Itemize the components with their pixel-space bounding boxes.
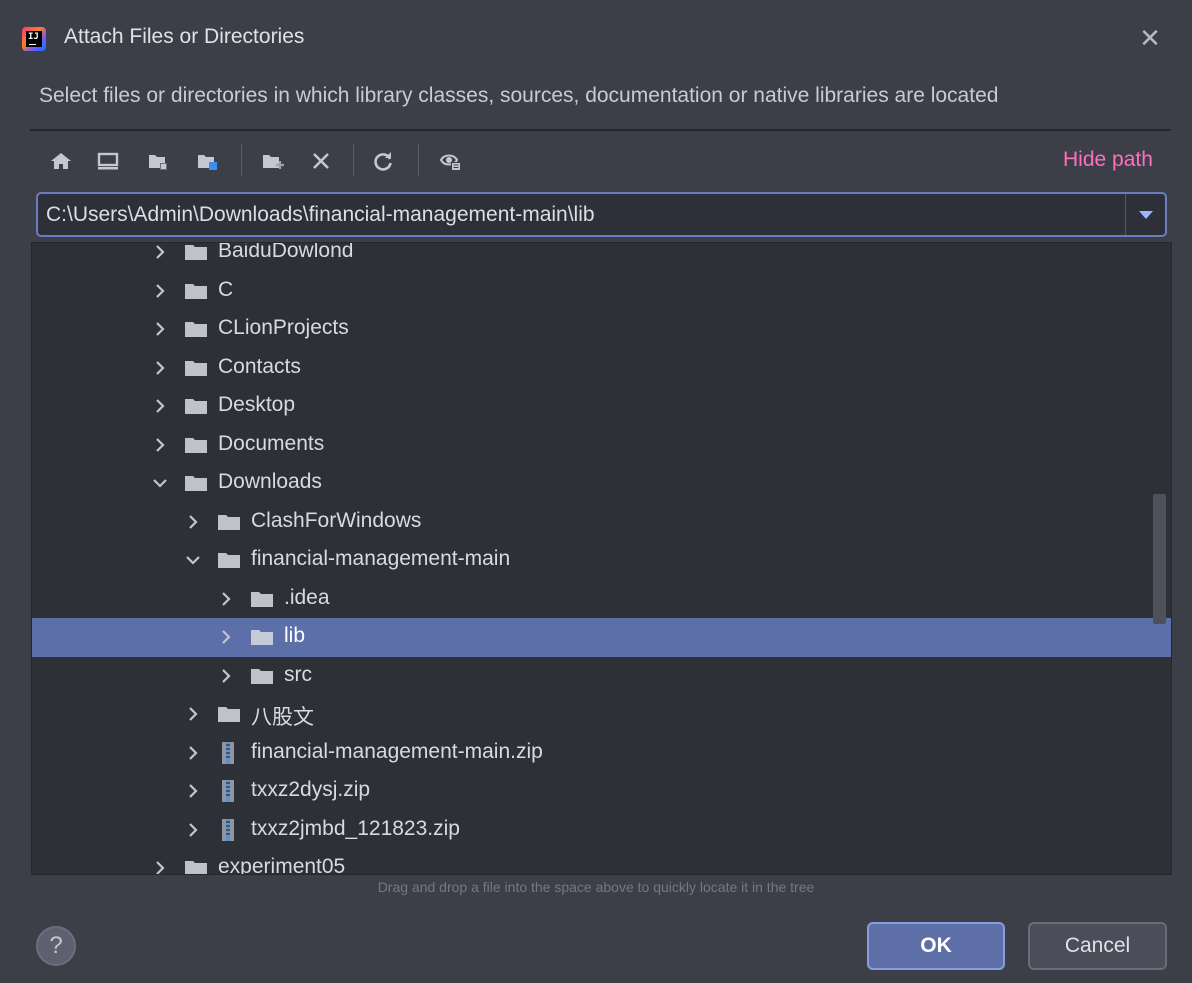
tree-row[interactable]: CLionProjects (32, 310, 1171, 349)
tree-item-label: src (284, 662, 312, 686)
folder-icon (184, 282, 208, 300)
folder-icon (184, 359, 208, 377)
tree-row[interactable]: Contacts (32, 349, 1171, 388)
tree-item-label: C (218, 277, 234, 301)
tree-row[interactable]: .idea (32, 580, 1171, 619)
new-folder-icon[interactable] (260, 148, 286, 174)
tree-item-label: financial-management-main.zip (251, 739, 543, 763)
intellij-idea-icon: IJ (22, 27, 46, 51)
tree-item-label: Contacts (218, 354, 301, 378)
tree-row[interactable]: financial-management-main.zip (32, 734, 1171, 773)
folder-icon (184, 859, 208, 874)
tree-item-label: financial-management-main (251, 547, 511, 570)
tree-item-label: txxz2jmbd_121823.zip (251, 816, 460, 840)
folder-icon (217, 551, 241, 569)
title-bar: IJ Attach Files or Directories ✕ (0, 8, 1192, 70)
tree-row[interactable]: txxz2jmbd_121823.zip (32, 811, 1171, 850)
tree-row[interactable]: ClashForWindows (32, 503, 1171, 542)
toolbar-separator (353, 144, 354, 176)
folder-icon (250, 667, 274, 685)
tree-item-label: Documents (218, 431, 325, 455)
help-button[interactable]: ? (36, 926, 76, 966)
folder-icon (184, 397, 208, 415)
chevron-right-icon[interactable] (216, 627, 236, 647)
tree-item-label: BaiduDowlond (218, 242, 354, 262)
folder-icon (217, 705, 241, 723)
folder-icon (184, 436, 208, 454)
dialog-description: Select files or directories in which lib… (39, 84, 999, 107)
tree-item-label: ClashForWindows (251, 508, 422, 532)
chevron-right-icon[interactable] (183, 781, 203, 801)
tree-item-label: lib (284, 624, 306, 647)
delete-icon[interactable] (308, 148, 334, 174)
cancel-button[interactable]: Cancel (1028, 922, 1167, 970)
tree-row[interactable]: Downloads (32, 464, 1171, 503)
chevron-right-icon[interactable] (183, 704, 203, 724)
chevron-right-icon[interactable] (183, 820, 203, 840)
zip-archive-icon (217, 818, 241, 841)
tree-row[interactable]: BaiduDowlond (32, 242, 1171, 272)
refresh-icon[interactable] (370, 148, 396, 174)
folder-icon (250, 590, 274, 608)
show-hidden-icon[interactable] (438, 148, 464, 174)
chevron-right-icon[interactable] (150, 281, 170, 301)
project-folder-icon[interactable] (145, 148, 171, 174)
tree-item-label: Desktop (218, 393, 296, 416)
chevron-right-icon[interactable] (183, 743, 203, 763)
tree-row[interactable]: Documents (32, 426, 1171, 465)
module-folder-icon[interactable] (194, 148, 220, 174)
tree-item-label: .idea (284, 585, 330, 609)
tree-scrollbar[interactable] (1153, 494, 1166, 624)
chevron-right-icon[interactable] (150, 435, 170, 455)
drag-drop-hint: Drag and drop a file into the space abov… (377, 879, 815, 895)
folder-icon (184, 474, 208, 492)
close-icon[interactable]: ✕ (1134, 22, 1166, 54)
chevron-right-icon[interactable] (216, 589, 236, 609)
chevron-right-icon[interactable] (150, 319, 170, 339)
toolbar-separator (241, 144, 242, 176)
path-input[interactable] (46, 194, 1121, 235)
home-icon[interactable] (48, 148, 74, 174)
desktop-icon[interactable] (95, 148, 121, 174)
tree-row[interactable]: C (32, 272, 1171, 311)
hide-path-link[interactable]: Hide path (1063, 148, 1153, 172)
divider (30, 129, 1171, 131)
dialog-title: Attach Files or Directories (64, 25, 305, 48)
chevron-down-icon[interactable] (150, 473, 170, 493)
chevron-right-icon[interactable] (150, 858, 170, 874)
file-tree[interactable]: BaiduDowlond C CLionProjects Contacts Deskto… (31, 242, 1172, 875)
chevron-right-icon[interactable] (150, 396, 170, 416)
tree-item-label: txxz2dysj.zip (251, 778, 371, 801)
tree-rows: BaiduDowlond C CLionProjects Contacts Deskto… (32, 242, 1171, 875)
tree-item-label: 八股文 (251, 706, 314, 729)
zip-archive-icon (217, 780, 241, 802)
chevron-down-icon[interactable] (183, 550, 203, 570)
toolbar-separator (418, 144, 419, 176)
tree-row[interactable]: txxz2dysj.zip (32, 772, 1171, 811)
tree-row[interactable]: financial-management-main (32, 541, 1171, 580)
chevron-right-icon[interactable] (183, 512, 203, 532)
tree-row[interactable]: experiment05 (32, 849, 1171, 875)
tree-item-label: Downloads (218, 470, 322, 493)
tree-item-label: experiment05 (218, 855, 346, 875)
folder-icon (250, 628, 274, 646)
chevron-right-icon[interactable] (150, 358, 170, 378)
tree-item-label: CLionProjects (218, 316, 349, 339)
chevron-down-icon[interactable] (1125, 194, 1165, 235)
zip-archive-icon (217, 741, 241, 764)
folder-icon (217, 513, 241, 531)
path-combobox[interactable] (36, 192, 1167, 237)
tree-row[interactable]: src (32, 657, 1171, 696)
tree-row[interactable]: lib (32, 618, 1171, 657)
chevron-right-icon[interactable] (216, 666, 236, 686)
tree-row[interactable]: Desktop (32, 387, 1171, 426)
folder-icon (184, 320, 208, 338)
ok-button[interactable]: OK (867, 922, 1005, 970)
tree-row[interactable]: 八股文 (32, 695, 1171, 734)
attach-files-dialog: IJ Attach Files or Directories ✕ Select … (0, 0, 1192, 983)
file-chooser-toolbar: Hide path (40, 140, 1180, 180)
folder-icon (184, 243, 208, 261)
chevron-right-icon[interactable] (150, 243, 170, 262)
